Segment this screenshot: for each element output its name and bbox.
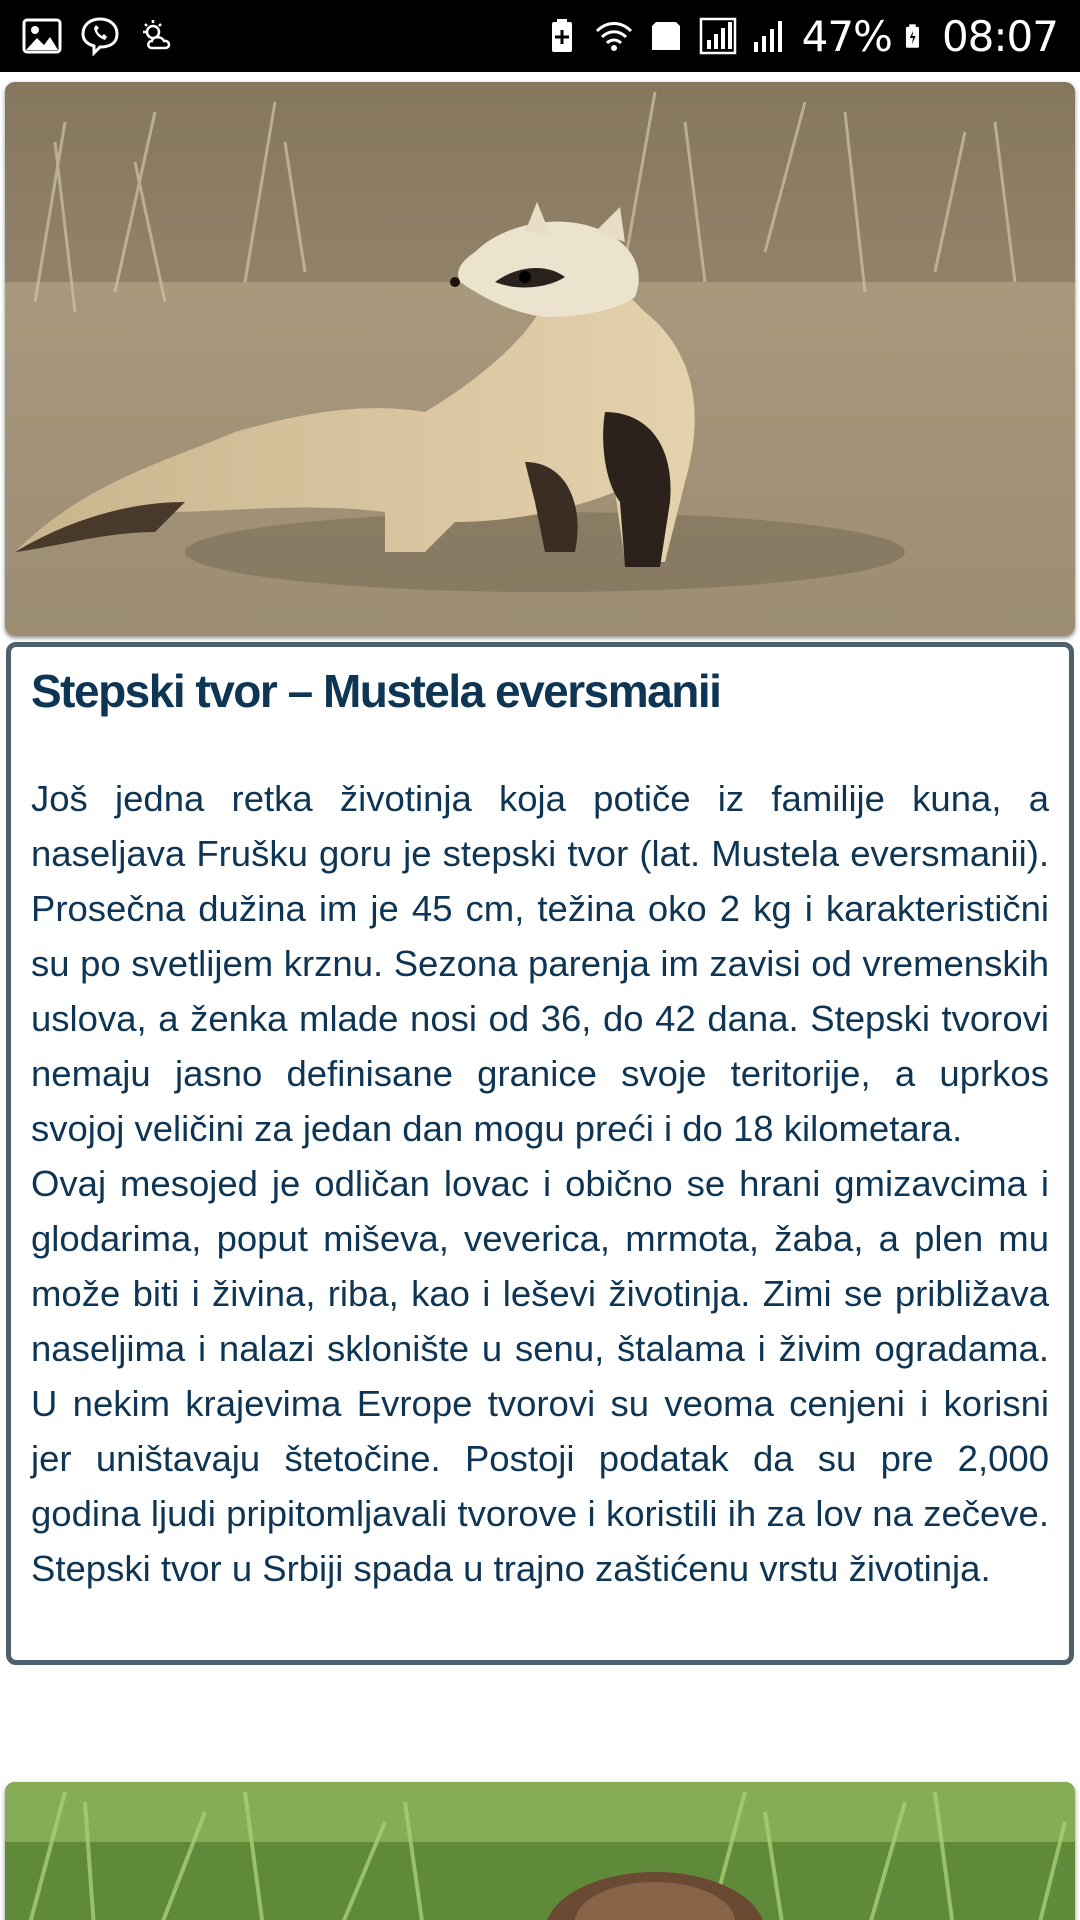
viber-icon	[81, 17, 119, 56]
status-right-icons: 47% 08:07	[542, 11, 1059, 61]
article-paragraph: Ovaj mesojed je odličan lovac i obično s…	[31, 1163, 1049, 1589]
ferret-photo	[5, 82, 1075, 636]
article-scroll-area[interactable]: Stepski tvor – Mustela eversmanii Još je…	[0, 72, 1080, 1920]
wifi-icon	[595, 22, 632, 51]
article-paragraph: Još jedna retka životinja koja potiče iz…	[31, 778, 1049, 1149]
battery-icon	[905, 24, 919, 48]
signal-icon	[699, 17, 736, 55]
status-left-icons	[22, 16, 178, 56]
next-animal-photo	[5, 1782, 1075, 1920]
clock: 08:07	[941, 11, 1059, 61]
article-card: Stepski tvor – Mustela eversmanii Još je…	[6, 642, 1074, 1665]
article-body: Još jedna retka životinja koja potiče iz…	[31, 771, 1049, 1596]
battery-percent: 47%	[801, 11, 893, 61]
status-bar: 47% 08:07	[0, 0, 1080, 72]
battery-saver-icon	[551, 19, 572, 52]
signal-icon-2	[753, 21, 782, 52]
weather-icon	[143, 20, 171, 50]
data-saver-icon	[651, 22, 680, 50]
article-title: Stepski tvor – Mustela eversmanii	[31, 665, 722, 717]
gallery-icon	[22, 18, 62, 54]
